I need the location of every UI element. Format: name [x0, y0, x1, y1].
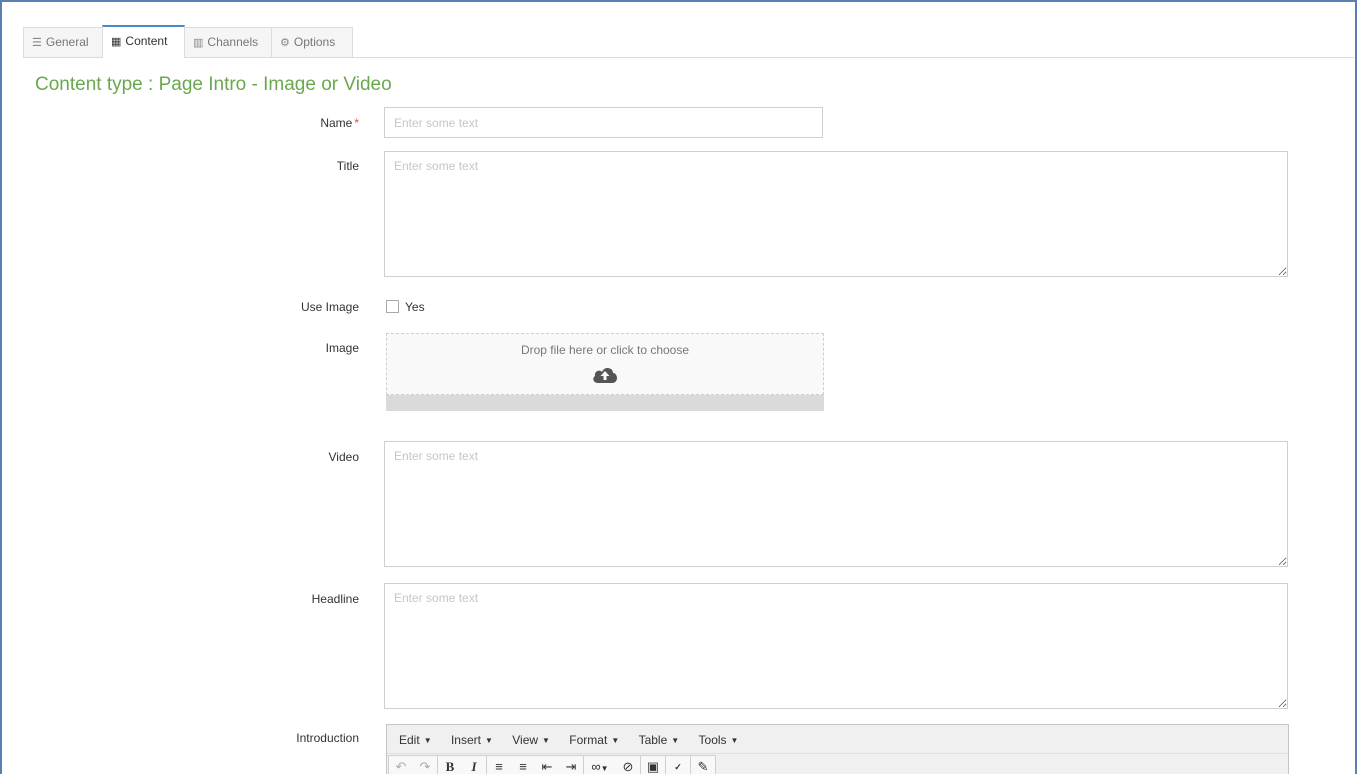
sliders-icon: ☰	[32, 37, 42, 49]
menu-label: View	[512, 733, 539, 747]
menu-edit[interactable]: Edit ▼	[399, 725, 432, 756]
introduction-label: Introduction	[296, 731, 359, 745]
menu-label: Edit	[399, 733, 420, 747]
bold-icon[interactable]: B	[438, 756, 462, 774]
eraser-icon[interactable]: ✎	[691, 756, 715, 774]
undo-icon[interactable]: ↶	[389, 756, 413, 774]
list-group: ≡ ≡ ⇤ ⇥	[486, 755, 584, 774]
spellcheck-icon[interactable]: ✓	[666, 756, 690, 774]
history-group: ↶ ↷	[388, 755, 438, 774]
italic-icon[interactable]: I	[462, 756, 486, 774]
gears-icon: ⚙	[280, 37, 290, 49]
required-marker: *	[354, 116, 359, 130]
menu-tools[interactable]: Tools ▼	[699, 725, 739, 756]
caret-down-icon: ▼	[611, 736, 620, 745]
cubes-icon: ▦	[111, 36, 122, 48]
use-image-checkbox[interactable]	[386, 300, 399, 313]
title-label: Title	[336, 159, 359, 173]
caret-down-icon: ▼	[542, 736, 550, 745]
tab-bar: ☰ General ▦ Content ▥ Channels ⚙ Options	[23, 24, 1354, 58]
tab-label: Options	[293, 35, 336, 49]
content-panel: ☰ General ▦ Content ▥ Channels ⚙ Options Con…	[0, 0, 1357, 774]
tab-general[interactable]: ☰ General	[23, 27, 103, 57]
tab-content[interactable]: ▦ Content	[102, 25, 185, 58]
redo-icon[interactable]: ↷	[413, 756, 437, 774]
format-group: BI	[437, 755, 487, 774]
cloud-upload-icon	[593, 367, 617, 383]
dropzone-text: Drop file here or click to choose	[520, 343, 690, 357]
sitemap-icon: ▥	[193, 37, 204, 49]
link-icon[interactable]: ∞▼	[584, 756, 616, 774]
menu-table[interactable]: Table ▼	[639, 725, 680, 756]
name-label: Name *	[159, 116, 359, 130]
menu-label: Table	[638, 733, 668, 747]
image-label: Image	[325, 341, 359, 355]
video-label: Video	[328, 450, 359, 464]
spellcheck-group: ✓	[665, 755, 691, 774]
headline-label: Headline	[311, 592, 359, 606]
clear-group: ✎	[690, 755, 716, 774]
tab-label: Channels	[207, 35, 259, 49]
editor-toolbar: ↶ ↷ BI ≡ ≡ ⇤ ⇥ ∞▼ ⊘ ▣ ✓ ✎	[387, 754, 1288, 774]
caret-down-icon: ▼	[484, 736, 493, 745]
numbered-list-icon[interactable]: ≡	[511, 756, 535, 774]
caret-down-icon: ▼	[423, 736, 432, 745]
tab-options[interactable]: ⚙ Options	[271, 27, 353, 57]
use-image-label: Use Image	[300, 300, 359, 314]
title-textarea[interactable]	[384, 151, 1288, 277]
tab-label: General	[45, 35, 89, 49]
link-group: ∞▼ ⊘	[583, 755, 641, 774]
indent-icon[interactable]: ⇥	[559, 756, 583, 774]
video-textarea[interactable]	[384, 441, 1288, 567]
name-input[interactable]	[384, 107, 823, 138]
editor-menubar: Edit ▼ Insert ▼ View ▼ Format ▼ Table ▼ Tools…	[387, 725, 1288, 754]
upload-progress-bar	[386, 395, 824, 411]
media-group: ▣	[640, 755, 666, 774]
menu-format[interactable]: Format ▼	[569, 725, 619, 756]
image-icon[interactable]: ▣	[641, 756, 665, 774]
menu-label: Tools	[698, 733, 727, 747]
name-label-text: Name	[320, 116, 353, 130]
content-type-title: Content type : Page Intro - Image or Vid…	[35, 74, 392, 95]
menu-insert[interactable]: Insert ▼	[451, 725, 493, 756]
headline-textarea[interactable]	[384, 583, 1288, 709]
caret-down-icon: ▼	[671, 736, 680, 745]
tab-label: Content	[125, 34, 168, 48]
menu-view[interactable]: View ▼	[512, 725, 550, 756]
unlink-icon[interactable]: ⊘	[616, 756, 640, 774]
bullet-list-icon[interactable]: ≡	[487, 756, 511, 774]
menu-label: Insert	[450, 733, 481, 747]
outdent-icon[interactable]: ⇤	[535, 756, 559, 774]
caret-down-icon: ▼	[730, 736, 739, 745]
use-image-option-label[interactable]: Yes	[405, 300, 425, 314]
menu-label: Format	[569, 733, 608, 747]
image-dropzone[interactable]: Drop file here or click to choose	[386, 333, 824, 395]
tab-channels[interactable]: ▥ Channels	[184, 27, 272, 57]
introduction-rich-text-editor[interactable]: Edit ▼ Insert ▼ View ▼ Format ▼ Table ▼ Tools…	[386, 724, 1289, 774]
